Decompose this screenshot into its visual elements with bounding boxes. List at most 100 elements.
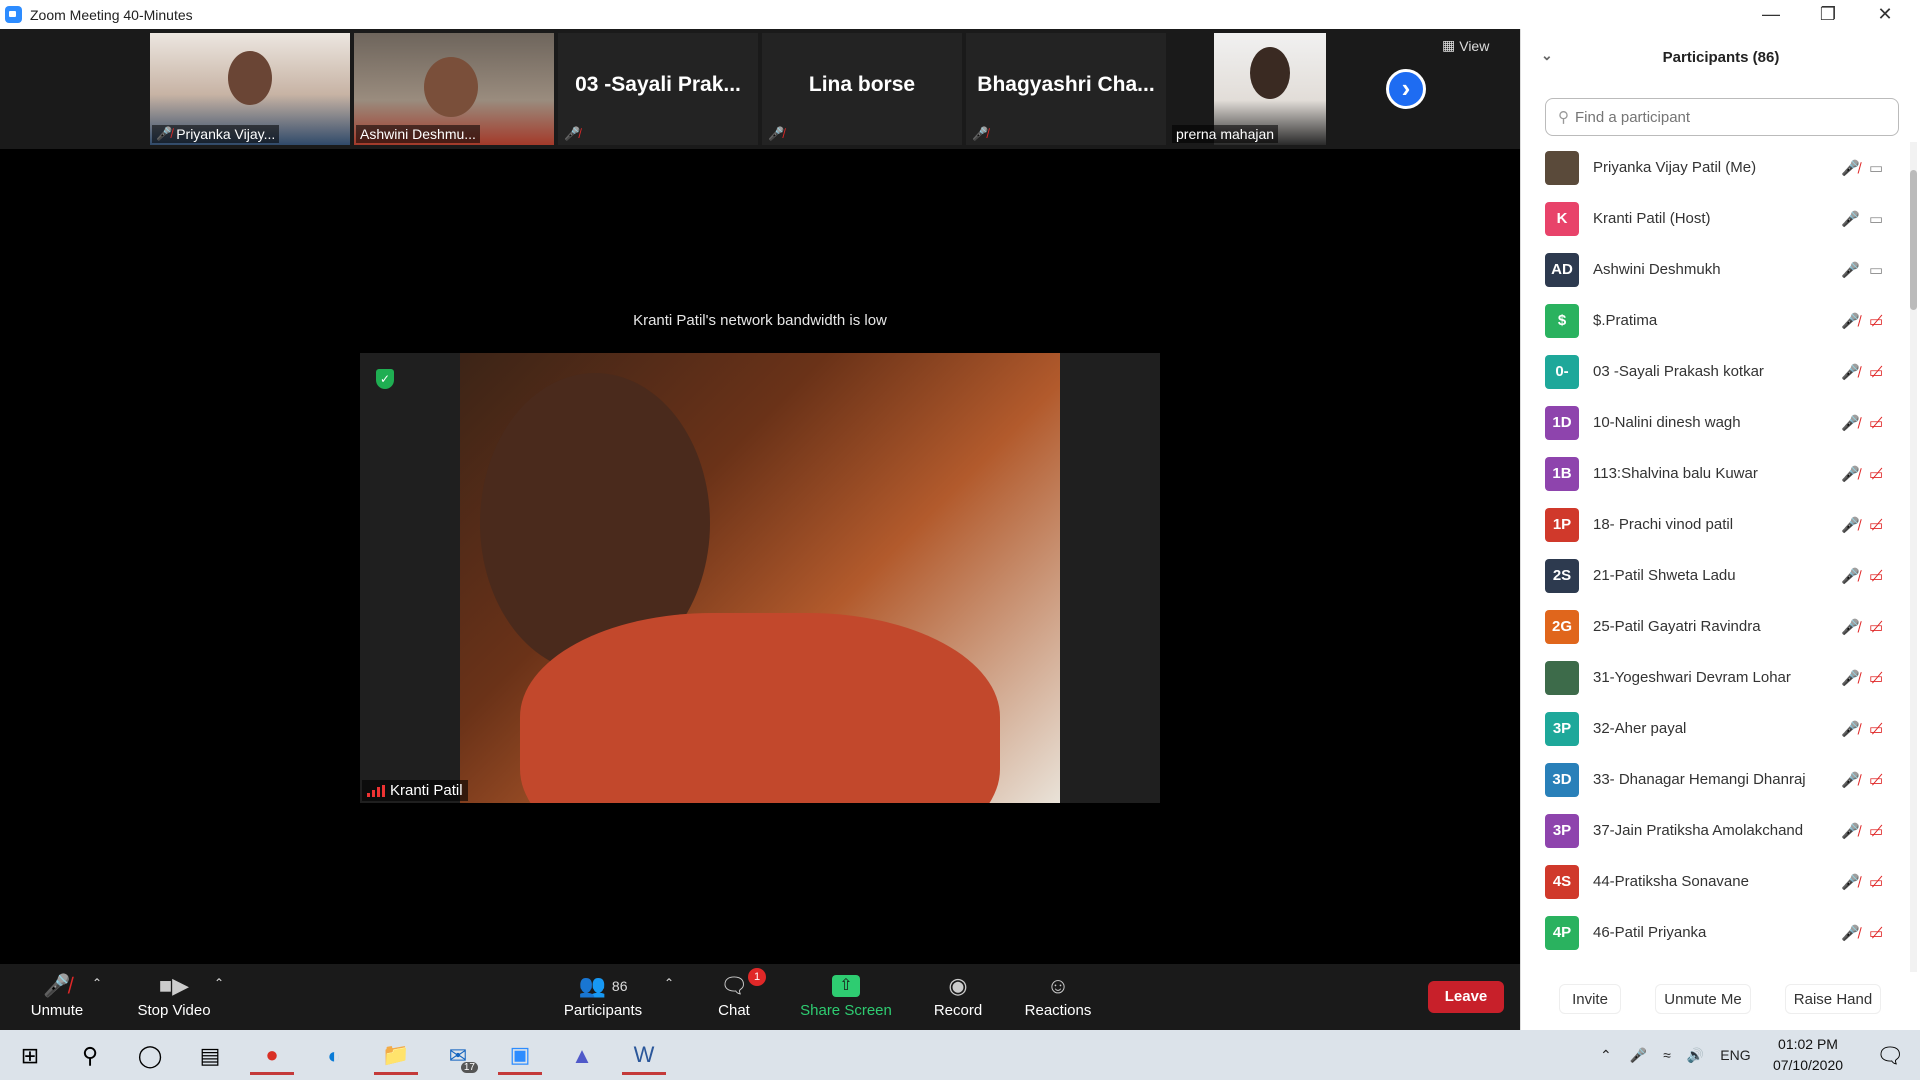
file-explorer-icon[interactable]: 📁 [374,1037,418,1075]
video-tile[interactable]: Bhagyashri Cha... 🎤̸ [966,33,1166,145]
participant-row[interactable]: 1P 18- Prachi vinod patil 🎤̸ ▭̸ [1521,499,1911,550]
participant-name: 32-Aher payal [1593,720,1687,737]
clock[interactable]: 01:02 PM 07/10/2020 [1760,1034,1856,1076]
edge-icon[interactable]: ◐ [312,1037,356,1075]
teams-icon[interactable]: ▲ [560,1037,604,1075]
participant-row[interactable]: 4S 44-Pratiksha Sonavane 🎤̸ ▭̸ [1521,856,1911,907]
unmute-me-button[interactable]: Unmute Me [1655,984,1751,1014]
video-tile[interactable]: 🎤̸ Priyanka Vijay... [150,33,350,145]
wifi-icon[interactable]: ≈ [1663,1047,1671,1063]
participant-name: 31-Yogeshwari Devram Lohar [1593,669,1791,686]
participant-row[interactable]: 3D 33- Dhanagar Hemangi Dhanraj 🎤̸ ▭̸ [1521,754,1911,805]
search-icon: ⚲ [1558,109,1569,126]
record-button[interactable]: ◉ Record [930,970,986,1026]
minimize-button[interactable]: — [1743,0,1799,29]
record-icon: ◉ [948,973,968,998]
participant-row[interactable]: $ $.Pratima 🎤̸ ▭̸ [1521,295,1911,346]
participant-row[interactable]: 2G 25-Patil Gayatri Ravindra 🎤̸ ▭̸ [1521,601,1911,652]
chat-button[interactable]: 🗨 1 Chat [706,968,767,1026]
active-speaker-video[interactable]: ✓ Kranti Patil [360,353,1160,803]
stop-video-button[interactable]: ■▶ Stop Video [128,970,220,1026]
mic-muted-icon: 🎤̸ [1841,414,1860,432]
participant-row[interactable]: 1B 113:Shalvina balu Kuwar 🎤̸ ▭̸ [1521,448,1911,499]
mic-muted-icon: 🎤̸ [1841,516,1860,534]
notifications-icon[interactable]: 🗨 [1868,1037,1912,1075]
microphone-icon[interactable]: 🎤 [1630,1047,1647,1064]
video-tile[interactable]: prerna mahajan [1170,33,1370,145]
mail-icon[interactable]: ✉ 17 [436,1037,480,1075]
participant-name: 37-Jain Pratiksha Amolakchand [1593,822,1804,839]
video-options-caret-icon[interactable]: ⌃ [214,976,224,990]
collapse-chevron-icon[interactable]: ⌄ [1541,47,1553,64]
zoom-window: Zoom Meeting 40-Minutes — ❐ ✕ 🎤̸ Priyanka… [0,0,1920,1080]
avatar [1545,660,1579,695]
participant-row[interactable]: 3P 32-Aher payal 🎤̸ ▭̸ [1521,703,1911,754]
speaker-label: Kranti Patil [362,780,468,801]
video-off-icon: ▭̸ [1869,414,1884,432]
video-tile[interactable]: 03 -Sayali Prak... 🎤̸ [558,33,758,145]
participant-name: 03 -Sayali Prakash kotkar [1593,363,1764,380]
invite-button[interactable]: Invite [1559,984,1621,1014]
zoom-taskbar-icon[interactable]: ▣ [498,1037,542,1075]
participant-row[interactable]: K Kranti Patil (Host) 🎤 ▭ [1521,193,1911,244]
clock-date: 07/10/2020 [1772,1057,1844,1073]
avatar: $ [1545,303,1579,338]
gallery-strip: 🎤̸ Priyanka Vijay... Ashwini Deshmu... 03… [0,29,1520,149]
participant-name: 44-Pratiksha Sonavane [1593,873,1749,890]
participants-panel: ⌄ Participants (86) ⚲ Priyanka Vijay Pat… [1520,29,1920,1030]
windows-start-icon[interactable]: ⊞ [8,1037,52,1075]
close-button[interactable]: ✕ [1857,0,1913,29]
task-view-icon[interactable]: ▤ [188,1037,232,1075]
participant-row[interactable]: 1D 10-Nalini dinesh wagh 🎤̸ ▭̸ [1521,397,1911,448]
search-icon[interactable]: ⚲ [68,1037,112,1075]
participant-row[interactable]: AD Ashwini Deshmukh 🎤 ▭ [1521,244,1911,295]
participant-row[interactable]: 31-Yogeshwari Devram Lohar 🎤̸ ▭̸ [1521,652,1911,703]
participant-row[interactable]: Priyanka Vijay Patil (Me) 🎤̸ ▭ [1521,142,1911,193]
participant-search[interactable]: ⚲ [1545,98,1899,136]
participant-row[interactable]: 4P 46-Patil Priyanka 🎤̸ ▭̸ [1521,907,1911,958]
panel-title: Participants (86) [1662,48,1780,66]
raise-hand-button[interactable]: Raise Hand [1785,984,1881,1014]
unmute-button[interactable]: 🎤̸ Unmute [18,970,96,1026]
tray-overflow-chevron-icon[interactable]: ⌃ [1600,1047,1612,1064]
mic-muted-icon: 🎤̸ [43,973,71,998]
video-tile[interactable]: Lina borse 🎤̸ [762,33,962,145]
tile-label: 🎤̸ Priyanka Vijay... [152,125,280,143]
video-tile[interactable]: Ashwini Deshmu... [354,33,554,145]
next-page-button[interactable]: › [1386,69,1426,109]
participants-options-caret-icon[interactable]: ⌃ [664,976,674,990]
view-button[interactable]: ▦ View [1442,37,1489,54]
maximize-button[interactable]: ❐ [1800,0,1856,29]
participant-name: 25-Patil Gayatri Ravindra [1593,618,1761,635]
mic-muted-icon: 🎤̸ [1841,669,1860,687]
chrome-icon[interactable]: ● [250,1037,294,1075]
mic-muted-icon: 🎤̸ [1841,873,1860,891]
mic-muted-icon: 🎤̸ [1841,465,1860,483]
avatar: 3P [1545,711,1579,746]
cortana-icon[interactable]: ◯ [128,1037,172,1075]
windows-taskbar: ⊞ ⚲ ◯ ▤ ● ◐ 📁 ✉ 17 ▣ ▲ W ⌃ 🎤 ≈ 🔊 ENG 01:0… [0,1030,1920,1080]
language-indicator[interactable]: ENG [1720,1047,1750,1063]
reactions-button[interactable]: ☺ Reactions [1022,970,1094,1026]
search-input[interactable] [1575,108,1875,126]
participant-name: Ashwini Deshmukh [1593,261,1721,278]
word-icon[interactable]: W [622,1037,666,1075]
avatar [1545,150,1579,185]
tile-label: prerna mahajan [1172,125,1279,143]
participant-name: 18- Prachi vinod patil [1593,516,1734,533]
share-screen-button[interactable]: ⇧ Share Screen [796,970,896,1026]
volume-icon[interactable]: 🔊 [1687,1047,1704,1064]
video-off-icon: ▭̸ [1869,465,1884,483]
mic-muted-icon: 🎤̸ [156,126,173,141]
participant-row[interactable]: 2S 21-Patil Shweta Ladu 🎤̸ ▭̸ [1521,550,1911,601]
system-tray: ⌃ 🎤 ≈ 🔊 ENG [1600,1030,1751,1080]
participant-row[interactable]: 3P 37-Jain Pratiksha Amolakchand 🎤̸ ▭̸ [1521,805,1911,856]
participant-list-scrollbar[interactable] [1910,142,1917,972]
participant-row[interactable]: 0- 03 -Sayali Prakash kotkar 🎤̸ ▭̸ [1521,346,1911,397]
leave-button[interactable]: Leave [1428,981,1504,1013]
audio-options-caret-icon[interactable]: ⌃ [92,976,102,990]
participant-name: 46-Patil Priyanka [1593,924,1707,941]
participants-icon: 👥 86 [578,973,628,998]
participants-button[interactable]: 👥 86 Participants [556,970,650,1026]
window-title: Zoom Meeting 40-Minutes [30,6,193,23]
